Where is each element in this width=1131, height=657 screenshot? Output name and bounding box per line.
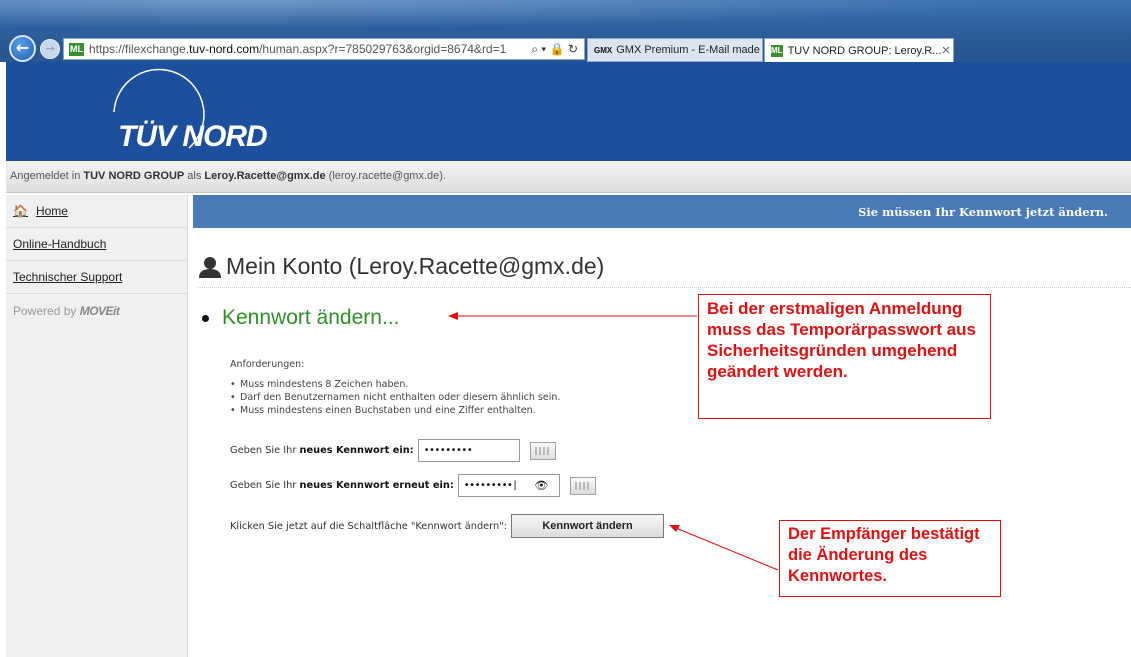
annotation-arrows xyxy=(448,312,779,571)
arrow-to-button xyxy=(675,527,779,571)
arrow-head-section xyxy=(448,312,458,320)
